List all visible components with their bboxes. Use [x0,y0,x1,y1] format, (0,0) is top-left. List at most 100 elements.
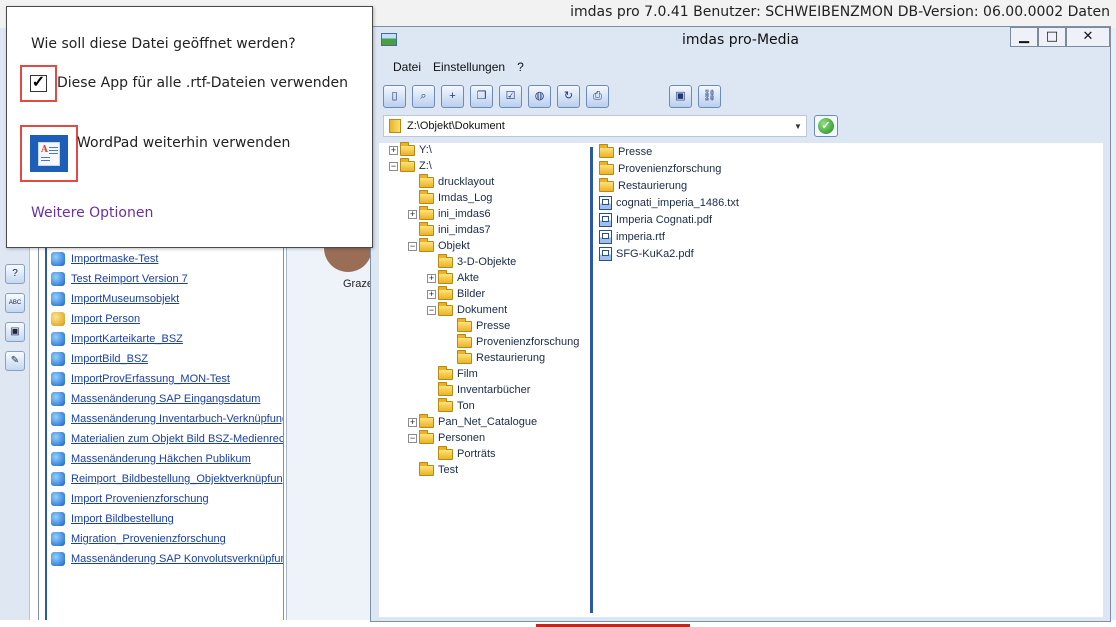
tree-expander-icon[interactable]: − [427,305,436,315]
tree-node[interactable]: Inventarbücher [427,381,530,398]
tree-spacer [408,225,417,235]
tree-expander-icon[interactable]: + [408,417,417,427]
import-list-item[interactable]: ImportProvErfassung_MON-Test [51,370,283,388]
import-list-item[interactable]: Reimport_Bildbestellung_Objektverknüpfun… [51,470,283,488]
tree-node[interactable]: − Dokument [427,301,507,318]
tree-node[interactable]: + ini_imdas6 [408,205,491,222]
import-list-item[interactable]: Massenänderung SAP Eingangsdatum [51,390,283,408]
import-list-item[interactable]: ImportKarteikarte_BSZ [51,330,283,348]
tree-expander-icon[interactable]: + [389,145,398,155]
tree-node[interactable]: − Z:\ [389,157,432,174]
folder-icon [400,141,415,156]
tree-node-label: Imdas_Log [438,192,493,204]
import-list-item[interactable]: Materialien zum Objekt Bild BSZ-Medienre… [51,430,283,448]
import-list-item[interactable]: Massenänderung Häkchen Publikum [51,450,283,468]
import-list-item[interactable]: Massenänderung SAP Konvolutsverknüpfung [51,550,283,568]
tree-node[interactable]: Provenienzforschung [446,333,579,350]
menu-item[interactable]: Datei [377,57,429,77]
tree-node[interactable]: + Pan_Net_Catalogue [408,413,537,430]
edit-icon[interactable]: ✎ [5,351,25,371]
pane-splitter[interactable] [590,147,593,613]
minimize-button[interactable]: ▁ [1010,27,1038,47]
file-list-folder[interactable]: Presse [599,143,652,160]
path-go-button[interactable]: ✓ [814,115,838,137]
import-list-item-label: ImportKarteikarte_BSZ [71,333,183,345]
file-list-item[interactable]: cognati_imperia_1486.txt [599,195,739,211]
file-list-item[interactable]: Imperia Cognati.pdf [599,212,712,228]
wordpad-option[interactable]: WordPad weiterhin verwenden [77,135,290,151]
import-list-item-label: Massenänderung Inventarbuch-Verknüpfung [71,413,283,425]
link-icon[interactable]: ⛓ [698,85,721,108]
import-list-item-label: ImportMuseumsobjekt [71,293,180,305]
tree-node[interactable]: − Personen [408,429,485,446]
tree-expander-icon[interactable]: + [408,209,417,219]
import-icon [51,532,65,546]
tree-node[interactable]: drucklayout [408,173,494,190]
search-icon[interactable]: ⌕ [412,85,435,108]
tree-node[interactable]: Test [408,461,458,478]
file-list-item[interactable]: SFG-KuKa2.pdf [599,246,694,262]
import-list-item-label: Import Bildbestellung [71,513,174,525]
image-icon[interactable]: ▣ [5,322,25,342]
refresh-icon[interactable]: ↻ [557,85,580,108]
tree-node[interactable]: Presse [446,317,510,334]
folder-icon [438,269,453,284]
file-name: Provenienzforschung [618,163,722,175]
more-options-link[interactable]: Weitere Optionen [31,205,153,221]
checklist-icon[interactable]: ☑ [499,85,522,108]
menu-item[interactable]: Einstellungen [429,57,513,77]
close-button[interactable]: ✕ [1066,27,1110,47]
file-list-folder[interactable]: Provenienzforschung [599,160,722,177]
tree-node[interactable]: ini_imdas7 [408,221,491,238]
image-icon[interactable]: ▣ [669,85,692,108]
tree-expander-icon[interactable]: − [408,241,417,251]
print-icon[interactable]: ⎙ [586,85,609,108]
import-icon [51,512,65,526]
media-titlebar[interactable]: imdas pro-Media ▁ □ ✕ [371,27,1110,53]
spellcheck-icon[interactable]: ABC [5,293,25,313]
maximize-button[interactable]: □ [1038,27,1066,47]
import-list-item-label: Import Person [71,313,141,325]
wordpad-icon[interactable]: A [30,135,68,172]
menu-item[interactable]: ? [513,57,532,77]
chevron-down-icon[interactable]: ▼ [790,122,806,131]
import-list-item[interactable]: ImportBild_BSZ [51,350,283,368]
tree-node[interactable]: + Akte [427,269,479,286]
import-list-item[interactable]: ImportMuseumsobjekt [51,290,283,308]
background-window-title: imdas pro 7.0.41 Benutzer: SCHWEIBENZMON… [570,4,1110,20]
import-icon [51,552,65,566]
always-use-label[interactable]: Diese App für alle .rtf-Dateien verwende… [57,75,348,91]
tree-node-label: Bilder [457,288,486,300]
import-list-item[interactable]: Massenänderung Inventarbuch-Verknüpfung [51,410,283,428]
tree-node[interactable]: Ton [427,397,475,414]
tree-node[interactable]: Restaurierung [446,349,545,366]
import-icon [51,252,65,266]
import-list-item[interactable]: Importmaske-Test [51,250,283,268]
folder-icon [419,205,434,220]
tree-expander-icon[interactable]: + [427,273,436,283]
copy-icon[interactable]: ❐ [470,85,493,108]
web-icon[interactable]: ◍ [528,85,551,108]
import-list-item[interactable]: Import Bildbestellung [51,510,283,528]
tree-node[interactable]: Film [427,365,478,382]
tree-node[interactable]: − Objekt [408,237,470,254]
file-list-folder[interactable]: Restaurierung [599,177,687,194]
tree-node[interactable]: + Bilder [427,285,486,302]
add-icon[interactable]: + [441,85,464,108]
exit-icon[interactable]: ▯ [383,85,406,108]
path-combobox[interactable]: Z:\Objekt\Dokument ▼ [383,115,807,137]
import-list-item[interactable]: Test Reimport Version 7 [51,270,283,288]
tree-node[interactable]: Porträts [427,445,496,462]
tree-expander-icon[interactable]: + [427,289,436,299]
always-use-checkbox[interactable]: ✓ [30,75,47,92]
tree-node[interactable]: 3-D-Objekte [427,253,516,270]
import-list-item[interactable]: Migration_Provenienzforschung [51,530,283,548]
import-list-item[interactable]: Import Person [51,310,283,328]
tree-node[interactable]: + Y:\ [389,141,432,158]
import-list-item[interactable]: Import Provenienzforschung [51,490,283,508]
help-icon[interactable]: ? [5,264,25,284]
tree-expander-icon[interactable]: − [389,161,398,171]
tree-node[interactable]: Imdas_Log [408,189,493,206]
tree-expander-icon[interactable]: − [408,433,417,443]
file-list-item[interactable]: imperia.rtf [599,229,665,245]
